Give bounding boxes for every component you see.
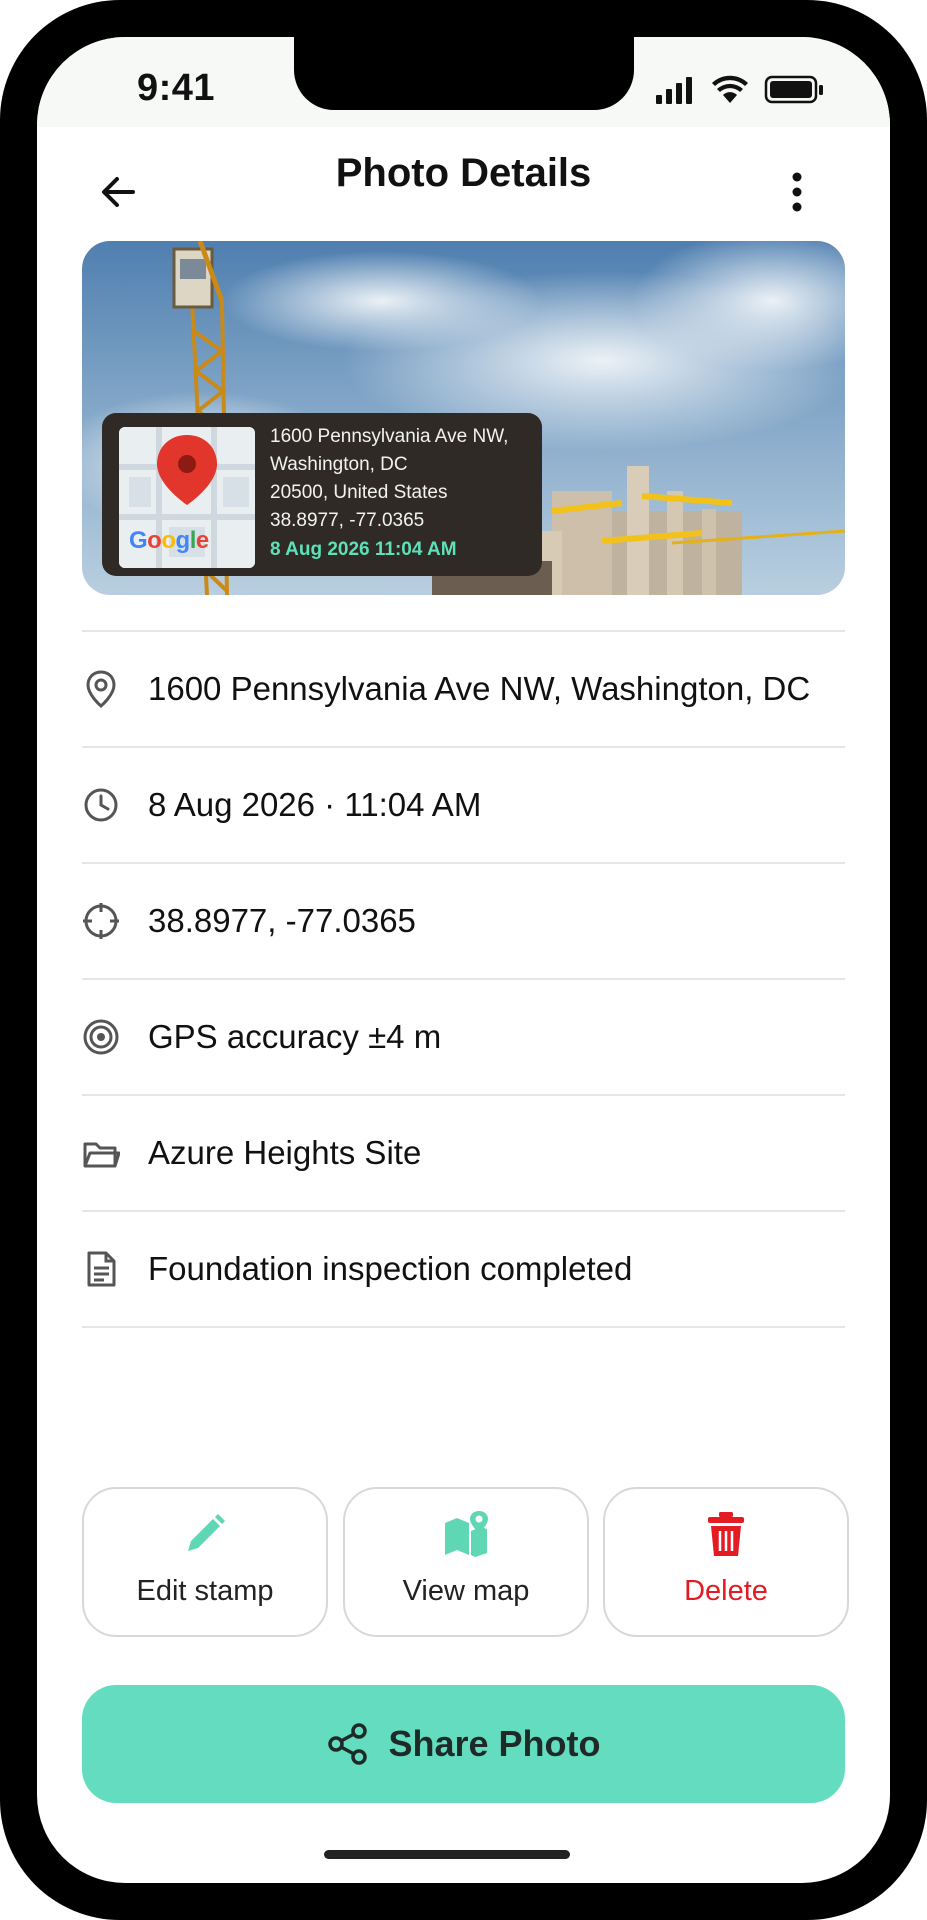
stamp-address-line1: 1600 Pennsylvania Ave NW,	[270, 426, 509, 447]
stamp-text: 1600 Pennsylvania Ave NW, Washington, DC…	[270, 423, 535, 565]
view-map-button[interactable]: View map	[343, 1487, 589, 1637]
notch	[294, 37, 634, 110]
stamp-datetime: 8 Aug 2026 11:04 AM	[270, 539, 457, 560]
stamp-address-line2: Washington, DC	[270, 454, 408, 475]
page-title: Photo Details	[335, 151, 592, 195]
battery-icon	[764, 75, 823, 104]
delete-button[interactable]: Delete	[603, 1487, 849, 1637]
share-photo-button[interactable]: Share Photo	[82, 1685, 845, 1803]
home-indicator[interactable]	[324, 1850, 570, 1859]
screen: 9:41 Photo Details Google 1600 Pennsylva…	[37, 37, 890, 1883]
document-icon	[87, 1251, 116, 1287]
share-icon	[328, 1723, 368, 1765]
detail-project: Azure Heights Site	[148, 1134, 422, 1171]
signal-icon	[656, 77, 692, 104]
detail-address: 1600 Pennsylvania Ave NW, Washington, DC	[148, 670, 811, 707]
detail-row-note: Foundation inspection completed	[82, 1210, 845, 1328]
map-thumbnail: Google	[119, 427, 255, 568]
target-icon	[83, 1019, 119, 1055]
detail-row-datetime: 8 Aug 2026 · 11:04 AM	[82, 746, 845, 862]
photo-preview[interactable]: Google 1600 Pennsylvania Ave NW, Washing…	[82, 241, 845, 595]
status-time: 9:41	[137, 67, 216, 109]
clock-icon	[84, 788, 118, 822]
more-vertical-icon[interactable]	[765, 160, 829, 224]
share-photo-label: Share Photo	[388, 1723, 601, 1764]
view-map-label: View map	[402, 1575, 530, 1607]
folder-icon	[83, 1142, 120, 1168]
detail-row-accuracy: GPS accuracy ±4 m	[82, 978, 845, 1094]
edit-stamp-label: Edit stamp	[136, 1575, 274, 1607]
detail-gps-accuracy: GPS accuracy ±4 m	[148, 1018, 442, 1055]
stamp-address-line3: 20500, United States	[270, 482, 448, 503]
trash-icon	[708, 1512, 744, 1556]
detail-row-coordinates: 38.8977, -77.0365	[82, 862, 845, 978]
delete-label: Delete	[684, 1575, 768, 1607]
share-button-content: Share Photo	[82, 1685, 845, 1803]
google-logo: Google	[129, 527, 209, 554]
detail-row-address: 1600 Pennsylvania Ave NW, Washington, DC	[82, 630, 845, 746]
action-buttons: Edit stamp View map Delete	[82, 1487, 849, 1637]
detail-row-project: Azure Heights Site	[82, 1094, 845, 1210]
phone-frame: 9:41 Photo Details Google 1600 Pennsylva…	[0, 0, 927, 1920]
status-bar: 9:41	[37, 37, 890, 127]
details-list: 1600 Pennsylvania Ave NW, Washington, DC…	[82, 630, 845, 1328]
stamp-coordinates: 38.8977, -77.0365	[270, 510, 425, 531]
detail-note: Foundation inspection completed	[148, 1250, 633, 1287]
detail-coordinates: 38.8977, -77.0365	[148, 902, 416, 939]
detail-datetime: 8 Aug 2026 · 11:04 AM	[148, 786, 482, 823]
status-icons	[656, 75, 823, 104]
map-icon	[445, 1511, 488, 1557]
crosshair-icon	[83, 903, 119, 939]
edit-stamp-button[interactable]: Edit stamp	[82, 1487, 328, 1637]
wifi-icon	[712, 75, 748, 103]
photo-stamp-overlay: Google 1600 Pennsylvania Ave NW, Washing…	[102, 413, 542, 576]
location-pin-icon	[86, 670, 116, 708]
pencil-icon	[188, 1514, 225, 1551]
